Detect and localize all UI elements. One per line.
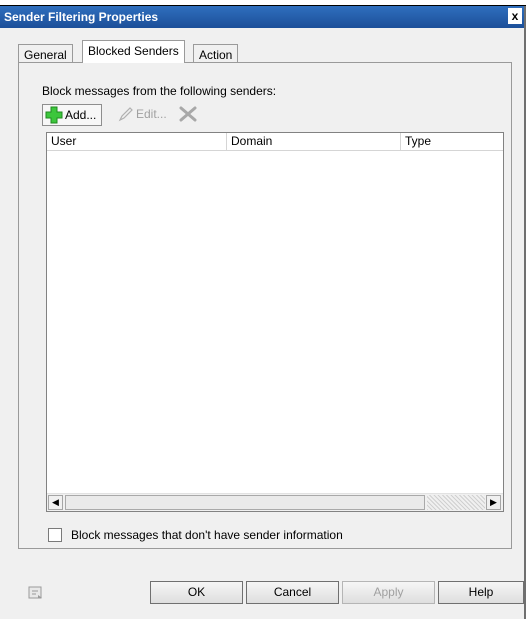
list-header: User Domain Type [47, 133, 503, 151]
column-header-type[interactable]: Type [401, 133, 503, 150]
scroll-left-arrow-icon[interactable]: ◀ [48, 495, 63, 510]
column-header-user[interactable]: User [47, 133, 227, 150]
close-button[interactable]: x [508, 8, 522, 24]
scroll-thumb[interactable] [65, 495, 425, 510]
scroll-track[interactable] [427, 495, 485, 510]
plus-icon [45, 106, 63, 124]
apply-button[interactable]: Apply [342, 581, 435, 604]
section-label: Block messages from the following sender… [42, 84, 277, 98]
pencil-icon [118, 107, 133, 122]
add-button[interactable]: Add... [42, 104, 103, 126]
horizontal-scrollbar[interactable]: ◀ ▶ [47, 493, 503, 511]
help-button[interactable]: Help [438, 581, 524, 604]
blocked-senders-list[interactable]: User Domain Type ◀ ▶ [46, 132, 504, 512]
delete-x-icon [179, 106, 197, 122]
add-button-label: Add... [65, 108, 97, 122]
delete-button[interactable] [178, 104, 198, 124]
title-bar: Sender Filtering Properties x [0, 6, 524, 28]
properties-page-icon [28, 586, 42, 599]
sender-info-checkbox-row[interactable]: Block messages that don't have sender in… [48, 528, 343, 542]
scroll-right-arrow-icon[interactable]: ▶ [486, 495, 501, 510]
edit-button-label: Edit... [136, 107, 167, 121]
sender-info-checkbox[interactable] [48, 528, 62, 542]
edit-button[interactable]: Edit... [116, 104, 169, 124]
ok-button[interactable]: OK [150, 581, 243, 604]
tab-blocked-senders[interactable]: Blocked Senders [82, 40, 185, 63]
cancel-button[interactable]: Cancel [246, 581, 339, 604]
column-header-domain[interactable]: Domain [227, 133, 401, 150]
sender-info-checkbox-label: Block messages that don't have sender in… [71, 528, 343, 542]
window-title: Sender Filtering Properties [4, 10, 159, 24]
